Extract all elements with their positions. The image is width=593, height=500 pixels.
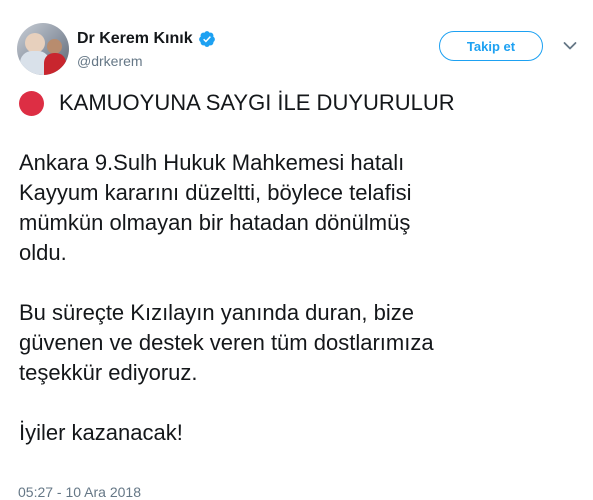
headline-text: KAMUOYUNA SAYGI İLE DUYURULUR [59,90,455,115]
paragraph2-line: güvenen ve destek veren tüm dostlarımıza [19,330,434,355]
avatar-child-face-icon [47,39,62,54]
avatar[interactable] [17,23,69,75]
paragraph2-line: teşekkür ediyoruz. [19,360,198,385]
avatar-child-body-icon [44,53,66,75]
red-circle-icon [19,90,44,116]
tweet-header: Dr Kerem Kınık @drkerem Takip et [0,0,593,80]
closing-line: İyiler kazanacak! [19,420,183,445]
paragraph1-line: Kayyum kararını düzeltti, böylece telafi… [19,180,412,205]
chevron-down-icon[interactable] [563,41,577,51]
verified-badge-icon [198,31,215,47]
user-handle[interactable]: @drkerem [77,53,143,69]
paragraph2-line: Bu süreçte Kızılayın yanında duran, bize [19,300,415,325]
follow-button[interactable]: Takip et [439,31,543,61]
tweet-headline: KAMUOYUNA SAYGI İLE DUYURULUR [19,88,579,118]
paragraph1-line: Ankara 9.Sulh Hukuk Mahkemesi hatalı [19,150,405,175]
paragraph1-line: mümkün olmayan bir hatadan dönülmüş [19,210,411,235]
display-name[interactable]: Dr Kerem Kınık [77,30,193,48]
tweet-timestamp[interactable]: 05:27 - 10 Ara 2018 [18,484,141,500]
name-row: Dr Kerem Kınık [77,30,216,48]
paragraph1-line: oldu. [19,240,67,265]
tweet-text: KAMUOYUNA SAYGI İLE DUYURULUR Ankara 9.S… [19,88,579,448]
avatar-face-icon [25,33,45,53]
